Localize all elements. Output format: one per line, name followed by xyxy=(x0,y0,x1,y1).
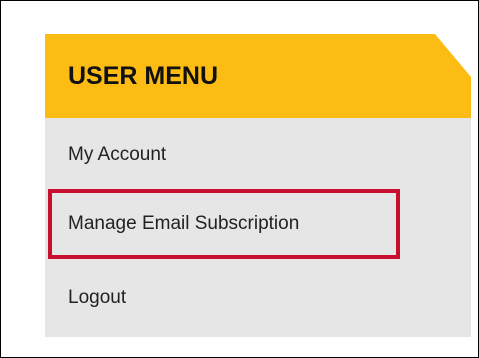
user-menu-title: USER MENU xyxy=(68,62,219,90)
menu-item-label: Logout xyxy=(68,287,127,308)
menu-item-label: Manage Email Subscription xyxy=(68,213,300,234)
menu-item-my-account[interactable]: My Account xyxy=(45,123,471,187)
screenshot-frame: USER MENU My Account Manage Email Subscr… xyxy=(0,0,479,358)
menu-item-label: My Account xyxy=(68,144,167,165)
menu-item-logout[interactable]: Logout xyxy=(45,266,471,330)
user-menu: USER MENU My Account Manage Email Subscr… xyxy=(45,34,471,337)
menu-item-manage-email-subscription[interactable]: Manage Email Subscription xyxy=(45,192,471,256)
